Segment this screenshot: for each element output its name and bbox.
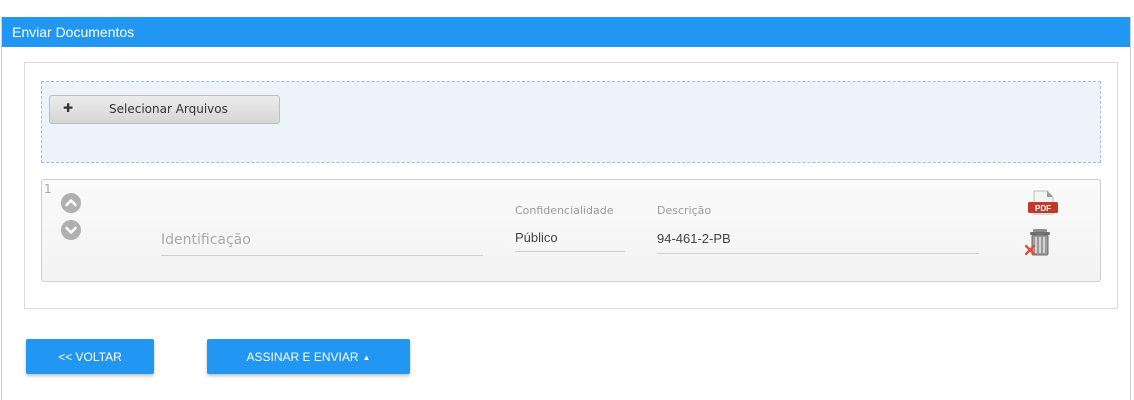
confidentiality-label: Confidencialidade (515, 204, 614, 217)
plus-icon: ✚ (63, 101, 74, 115)
description-label: Descrição (657, 204, 712, 217)
upload-dropzone[interactable]: ✚ Selecionar Arquivos (41, 81, 1101, 163)
row-index: 1 (44, 182, 52, 196)
page-title: Enviar Documentos (2, 17, 1130, 47)
sign-and-send-label: ASSINAR E ENVIAR (246, 350, 359, 364)
document-row: 1 Confidencialidade Público Descrição 94… (41, 179, 1101, 282)
caret-up-icon: ▲ (362, 353, 371, 362)
documents-panel: ✚ Selecionar Arquivos 1 Confidencialidad… (24, 62, 1118, 309)
identification-input[interactable] (161, 225, 483, 256)
select-files-button[interactable]: ✚ Selecionar Arquivos (49, 95, 280, 124)
description-field[interactable]: 94-461-2-PB (657, 231, 979, 254)
back-button[interactable]: << VOLTAR (26, 339, 154, 374)
pdf-badge-text: PDF (1035, 204, 1051, 213)
confidentiality-select[interactable]: Público (515, 230, 625, 252)
pdf-file-icon[interactable]: PDF (1026, 190, 1060, 224)
move-up-icon[interactable] (61, 193, 81, 213)
trash-delete-icon[interactable] (1024, 226, 1059, 264)
send-documents-window: Enviar Documentos ✚ Selecionar Arquivos … (1, 17, 1131, 400)
sign-and-send-button[interactable]: ASSINAR E ENVIAR ▲ (207, 339, 410, 374)
select-files-label: Selecionar Arquivos (109, 102, 228, 116)
move-down-icon[interactable] (61, 220, 81, 240)
